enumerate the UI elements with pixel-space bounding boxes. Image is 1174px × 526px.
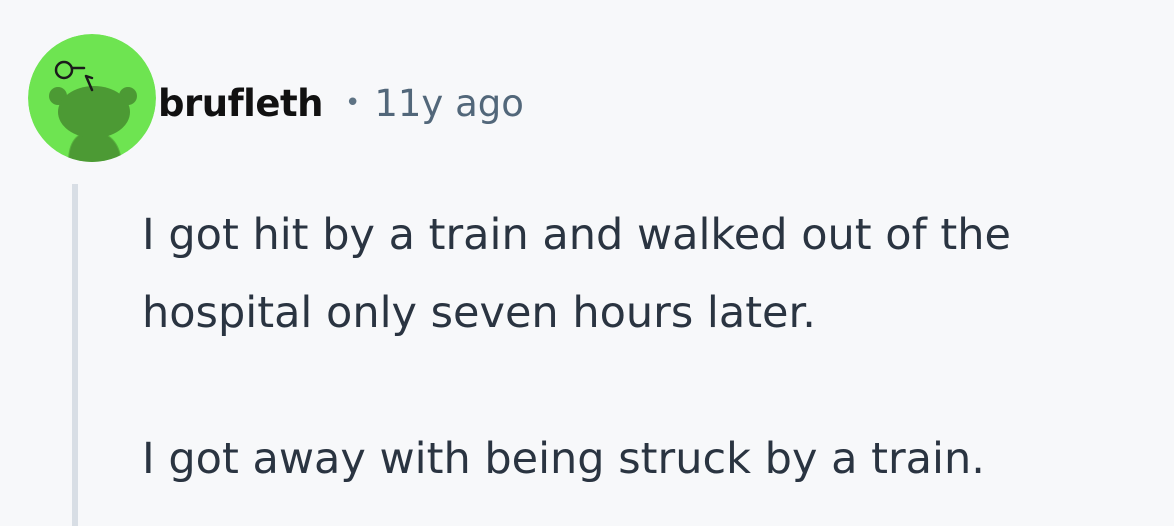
comment-body: I got hit by a train and walked out of t… xyxy=(142,196,1152,498)
separator-dot: • xyxy=(344,88,361,118)
comment-paragraph: I got away with being struck by a train. xyxy=(142,434,985,484)
comment-header: brufleth • 11y ago xyxy=(158,76,524,130)
author-username[interactable]: brufleth xyxy=(158,82,323,125)
snoo-avatar-icon xyxy=(28,34,156,162)
avatar[interactable] xyxy=(28,34,156,162)
thread-line[interactable] xyxy=(72,184,78,526)
comment-timestamp[interactable]: 11y ago xyxy=(374,82,524,125)
comment-paragraph: I got hit by a train and walked out of t… xyxy=(142,210,1011,338)
